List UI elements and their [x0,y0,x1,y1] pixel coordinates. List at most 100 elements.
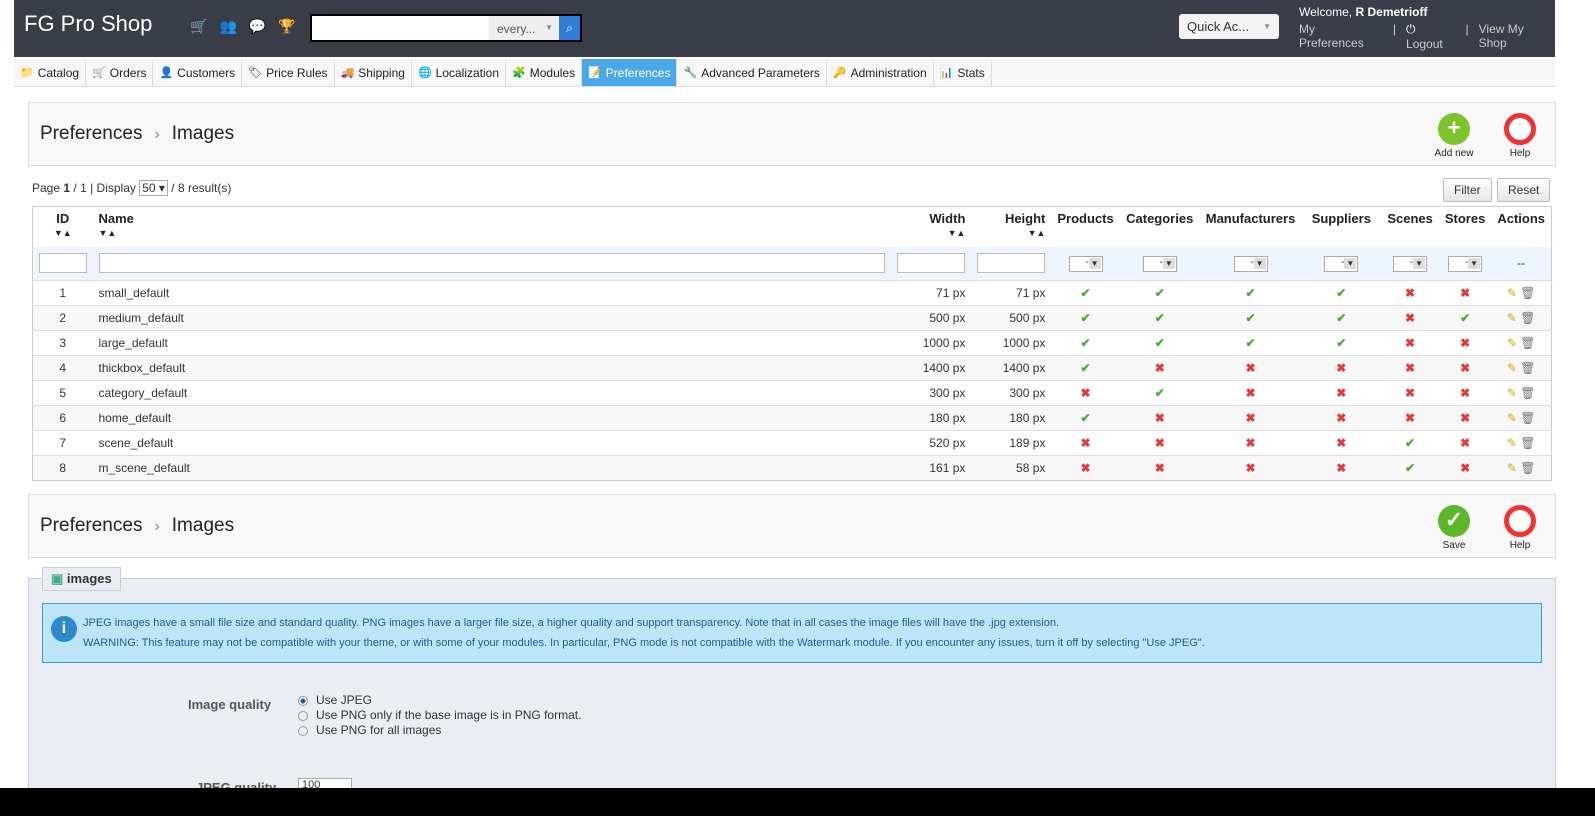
edit-icon[interactable]: ✎ [1507,336,1517,350]
customers-icon[interactable]: 👥 [219,18,236,35]
tab-label: Catalog [37,65,80,80]
tab-advanced-parameters[interactable]: 🔧 Advanced Parameters [677,59,827,86]
filter-id-input[interactable] [39,253,87,274]
tab-stats[interactable]: 📊 Stats [934,59,992,86]
add-new-button[interactable]: + Add new [1429,113,1479,159]
radio-dot [298,710,308,721]
breadcrumb-parent[interactable]: Preferences [40,515,142,536]
tab-customers[interactable]: 👤 Customers [153,59,243,86]
reset-button[interactable]: Reset [1497,178,1551,202]
delete-icon[interactable]: 🗑 [1520,461,1535,475]
help-button[interactable]: Help [1495,505,1545,551]
edit-icon[interactable]: ✎ [1507,286,1517,300]
edit-icon[interactable]: ✎ [1507,411,1517,425]
table-row[interactable]: 4 thickbox_default 1400 px 1400 px ✔ ✖ ✖ ✖ ✖ ✖ ✎ 🗑 [32,355,1552,381]
delete-icon[interactable]: 🗑 [1520,311,1535,325]
check-icon: ✔ [1405,461,1416,475]
check-icon: ✔ [1336,311,1347,325]
save-button[interactable]: ✓ Save [1429,505,1479,551]
tab-catalog[interactable]: 📁 Catalog [14,59,87,86]
tab-modules[interactable]: 🧩 Modules [506,59,583,86]
sort-arrows-icon[interactable]: ▼▲ [99,228,886,238]
search-input[interactable] [312,16,489,40]
check-icon: ✔ [1154,311,1165,325]
column-label: Manufacturers [1205,211,1296,226]
tab-orders[interactable]: 🛒 Orders [86,59,154,86]
delete-icon[interactable]: 🗑 [1520,411,1535,425]
logout-link[interactable]: ⏻ Logout [1406,22,1455,51]
edit-icon[interactable]: ✎ [1507,436,1517,450]
my-preferences-link[interactable]: My Preferences [1299,22,1383,51]
edit-icon[interactable]: ✎ [1507,386,1517,400]
cross-icon: ✖ [1460,461,1471,475]
edit-icon[interactable]: ✎ [1507,461,1517,475]
table-row[interactable]: 1 small_default 71 px 71 px ✔ ✔ ✔ ✔ ✖ ✖ ✎ 🗑 [32,280,1552,306]
cart-icon[interactable]: 🛒 [190,18,207,35]
sort-arrows-icon[interactable]: ▼▲ [39,228,87,238]
table-row[interactable]: 5 category_default 300 px 300 px ✖ ✔ ✖ ✖ ✖ ✖ ✎ 🗑 [32,380,1552,406]
cross-icon: ✖ [1154,436,1165,450]
check-icon: ✔ [1080,411,1091,425]
info-box: i JPEG images have a small file size and … [42,603,1542,663]
table-row[interactable]: 3 large_default 1000 px 1000 px ✔ ✔ ✔ ✔ ✖ ✖ ✎ 🗑 [32,330,1552,356]
delete-icon[interactable]: 🗑 [1520,361,1535,375]
filter-select[interactable]: - [1233,256,1268,273]
trophy-icon[interactable]: 🏆 [278,18,295,35]
delete-icon[interactable]: 🗑 [1520,436,1535,450]
delete-icon[interactable]: 🗑 [1520,386,1535,400]
filter-select[interactable]: - [1142,256,1177,273]
filter-select[interactable]: - [1393,256,1428,273]
radio-use-jpeg[interactable]: Use JPEG [298,693,581,708]
filter-button[interactable]: Filter [1443,178,1492,202]
divider: | [1465,22,1469,36]
filter-select[interactable]: - [1448,256,1483,273]
tab-administration[interactable]: 🔑 Administration [827,59,934,86]
edit-icon[interactable]: ✎ [1507,311,1517,325]
delete-icon[interactable]: 🗑 [1520,286,1535,300]
tab-icon: 👤 [159,67,174,79]
tab-shipping[interactable]: 🚚 Shipping [335,59,412,86]
column-label: Categories [1126,211,1194,226]
per-page-select[interactable]: 50 ▾ [139,180,168,196]
edit-icon[interactable]: ✎ [1507,361,1517,375]
quick-access-select[interactable]: Quick Ac... [1179,14,1279,39]
breadcrumb-parent[interactable]: Preferences [40,123,142,144]
radio-png-all[interactable]: Use PNG for all images [298,723,581,738]
filter-name-input[interactable] [98,253,886,274]
tab-localization[interactable]: 🌐 Localization [412,59,507,86]
tab-preferences[interactable]: 📝 Preferences [582,59,678,86]
filter-select[interactable]: - [1068,256,1103,273]
sort-arrows-icon[interactable]: ▼▲ [977,228,1046,238]
shop-title[interactable]: FG Pro Shop [24,11,152,37]
col-width: Width ▼▲ [891,206,972,247]
pagination: Page 1 / 1 | Display 50 ▾ / 8 result(s) [32,180,231,196]
legend-label: images [66,571,112,586]
sort-arrows-icon[interactable]: ▼▲ [897,228,966,238]
cell-name: home_default [92,405,892,431]
filter-height-input[interactable] [977,253,1046,274]
delete-icon[interactable]: 🗑 [1520,336,1535,350]
tab-label: Modules [529,65,576,80]
search-button[interactable]: ⌕ [559,16,580,40]
table-row[interactable]: 2 medium_default 500 px 500 px ✔ ✔ ✔ ✔ ✖ ✔ ✎ 🗑 [32,305,1552,331]
radio-dot [298,695,308,706]
filter-select[interactable]: - [1324,256,1359,273]
view-shop-link[interactable]: View My Shop [1479,22,1555,51]
search-scope-select[interactable]: every... [489,16,560,40]
warning-text: WARNING: This feature may not be compati… [83,637,1205,649]
table-row[interactable]: 8 m_scene_default 161 px 58 px ✖ ✖ ✖ ✖ ✔ ✖ ✎ 🗑 [32,455,1552,481]
power-icon: ⏻ [1406,22,1416,36]
column-label: Suppliers [1311,211,1371,226]
tab-price-rules[interactable]: 🏷 Price Rules [242,59,335,86]
help-button[interactable]: Help [1495,113,1545,159]
cross-icon: ✖ [1460,286,1471,300]
cell-width: 300 px [891,380,972,406]
table-row[interactable]: 7 scene_default 520 px 189 px ✖ ✖ ✖ ✖ ✔ ✖ ✎ 🗑 [32,430,1552,456]
lifebuoy-icon [1504,505,1536,537]
radio-png-if-base[interactable]: Use PNG only if the base image is in PNG… [298,708,581,723]
table-row[interactable]: 6 home_default 180 px 180 px ✔ ✖ ✖ ✖ ✖ ✖ ✎ 🗑 [32,405,1552,431]
filter-width-input[interactable] [897,253,966,274]
messages-icon[interactable]: 💬 [249,18,266,35]
check-icon: ✔ [1080,311,1091,325]
top-bar: FG Pro Shop 🛒 👥 💬 🏆 every... ⌕ Quick Ac.… [14,0,1555,57]
